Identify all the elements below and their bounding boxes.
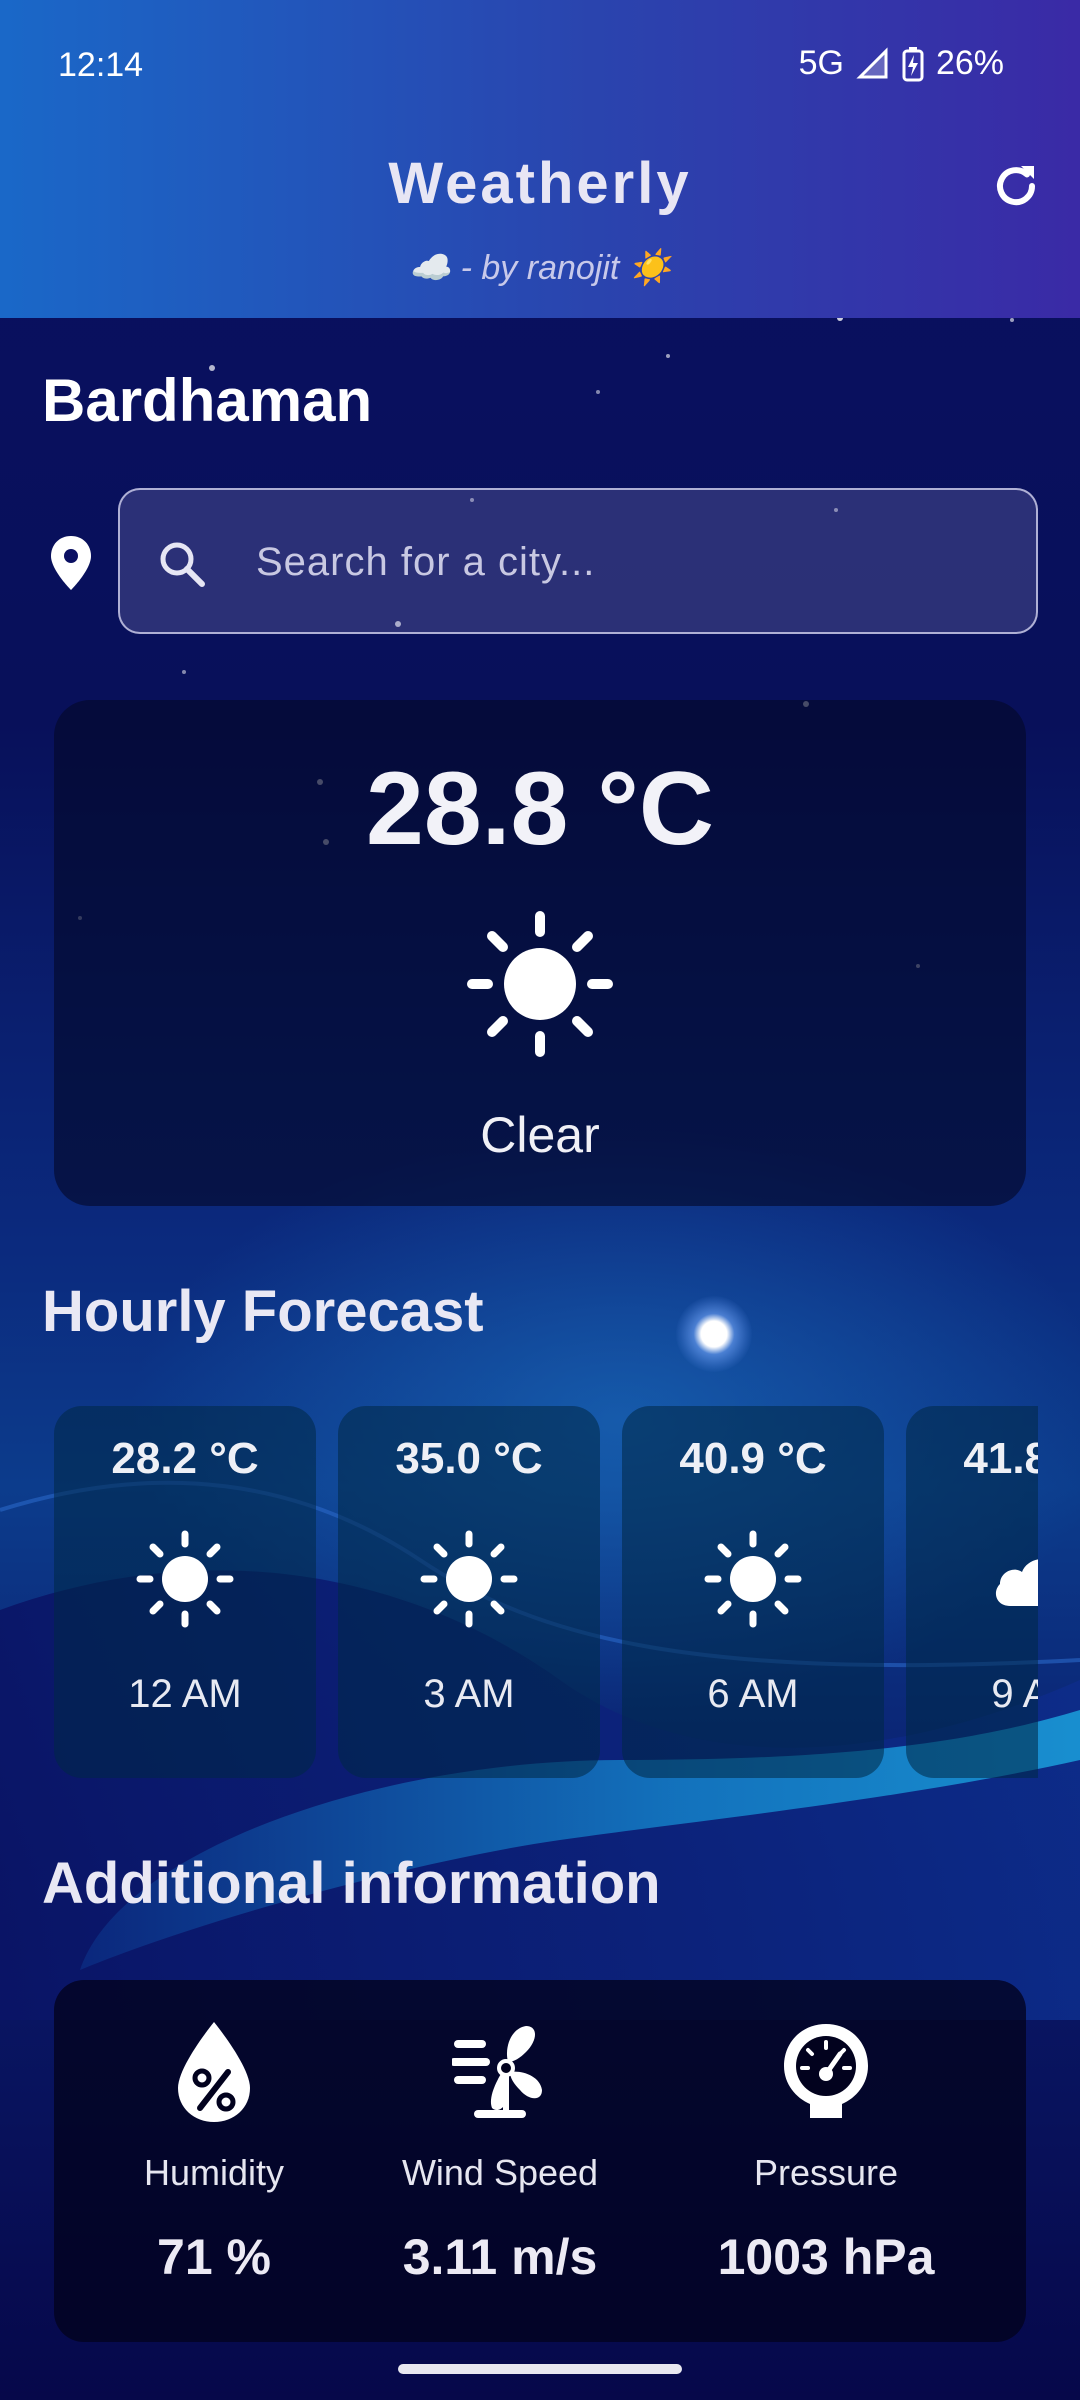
pressure-value: 1003 hPa — [717, 2229, 935, 2285]
cloud-icon — [995, 1559, 1038, 1606]
current-weather-card: 28.8 °C Clear — [54, 700, 1026, 1206]
pressure-icon — [784, 2024, 868, 2118]
app-subtitle: ☁️ - by ranojit ☀️ — [408, 249, 672, 287]
additional-info-title: Additional information — [42, 1851, 661, 1916]
hourly-temperature: 28.2 °C — [111, 1434, 259, 1483]
hourly-card[interactable]: 41.8 °C 9 AM — [906, 1406, 1038, 1778]
current-condition: Clear — [480, 1107, 600, 1163]
humidity-value: 71 % — [157, 2229, 271, 2285]
wind-speed-label: Wind Speed — [401, 2152, 599, 2193]
hourly-card[interactable]: 40.9 °C 6 AM — [622, 1406, 884, 1778]
network-label: 5G — [798, 44, 844, 82]
hourly-time: 9 AM — [991, 1672, 1038, 1716]
search-icon — [160, 542, 205, 587]
humidity-label: Humidity — [143, 2152, 285, 2193]
hourly-temperature: 41.8 °C — [963, 1434, 1038, 1483]
battery-percent: 26% — [935, 44, 1004, 82]
status-indicators: 5G 26% — [799, 44, 1004, 83]
wind-icon — [452, 2026, 542, 2118]
hourly-card[interactable]: 35.0 °C 3 AM — [338, 1406, 600, 1778]
hourly-temperature: 40.9 °C — [679, 1434, 827, 1483]
sun-icon — [704, 1530, 802, 1628]
sun-icon — [467, 911, 613, 1057]
hourly-time: 3 AM — [423, 1672, 515, 1716]
pressure-label: Pressure — [753, 2152, 899, 2193]
additional-info-card: Humidity 71 % Wind Speed 3.11 m/s Pressu… — [54, 1980, 1026, 2342]
sun-icon — [136, 1530, 234, 1628]
hourly-forecast-list[interactable]: 28.2 °C 12 AM 35.0 °C 3 AM 40.9 °C 6 AM … — [54, 1406, 1038, 1782]
city-name: Bardhaman — [42, 367, 373, 434]
hourly-forecast-title: Hourly Forecast — [42, 1279, 484, 1344]
sun-icon — [420, 1530, 518, 1628]
status-time: 12:14 — [58, 46, 144, 84]
hourly-time: 12 AM — [128, 1672, 242, 1716]
hourly-time: 6 AM — [707, 1672, 799, 1716]
search-input[interactable] — [256, 534, 996, 590]
status-bar: 12:14 5G 26% — [0, 0, 1080, 130]
app-header: 12:14 5G 26% Weatherly ☁️ - by ranojit ☀… — [0, 0, 1080, 318]
current-temperature: 28.8 °C — [365, 751, 714, 867]
location-pin-icon[interactable] — [48, 534, 94, 592]
loading-indicator — [676, 1296, 752, 1372]
battery-icon — [902, 46, 924, 81]
refresh-icon[interactable] — [988, 158, 1044, 214]
hourly-card[interactable]: 28.2 °C 12 AM — [54, 1406, 316, 1778]
signal-icon — [856, 46, 888, 78]
humidity-icon — [178, 2022, 250, 2122]
search-box[interactable] — [118, 488, 1038, 634]
app-title: Weatherly — [388, 151, 692, 216]
hourly-temperature: 35.0 °C — [395, 1434, 543, 1483]
wind-speed-value: 3.11 m/s — [402, 2229, 598, 2285]
gesture-nav-handle[interactable] — [398, 2364, 682, 2374]
